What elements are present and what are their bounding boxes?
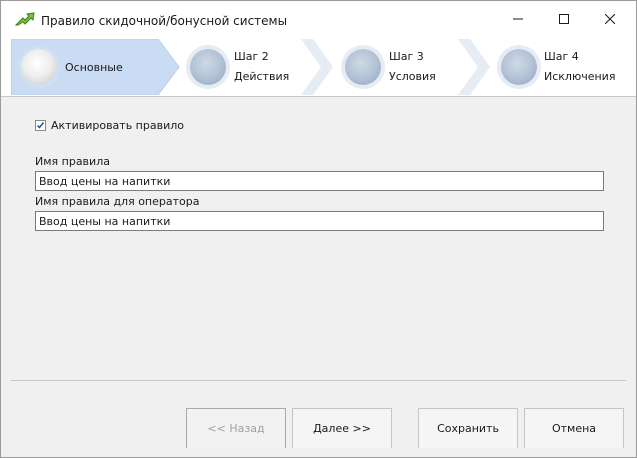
back-button[interactable]: << Назад xyxy=(186,408,286,449)
chevron-right-icon xyxy=(458,39,490,95)
cancel-button[interactable]: Отмена xyxy=(524,408,624,449)
step-number: Шаг 2 xyxy=(234,50,269,63)
minimize-button[interactable] xyxy=(495,1,541,37)
minimize-icon xyxy=(513,18,523,20)
title-bar[interactable]: Правило скидочной/бонусной системы xyxy=(1,1,636,37)
close-button[interactable] xyxy=(587,1,633,37)
wizard-steps: Основные Шаг 2 Действия Шаг 3 Условия Ша… xyxy=(1,37,636,97)
close-icon xyxy=(605,14,615,24)
step-label: Исключения xyxy=(544,70,616,83)
save-button[interactable]: Сохранить xyxy=(418,408,518,449)
chevron-right-icon xyxy=(301,39,333,95)
operator-rule-name-input[interactable] xyxy=(35,211,604,231)
rule-name-label: Имя правила xyxy=(35,155,110,168)
maximize-button[interactable] xyxy=(541,1,587,37)
step-number: Шаг 3 xyxy=(389,50,424,63)
step-indicator-icon xyxy=(21,49,57,85)
step-label: Условия xyxy=(389,70,436,83)
check-icon xyxy=(36,122,45,129)
step-indicator-icon xyxy=(501,49,537,85)
dialog-window: Правило скидочной/бонусной системы Основ… xyxy=(0,0,637,458)
maximize-icon xyxy=(559,14,569,24)
next-button[interactable]: Далее >> xyxy=(292,408,392,449)
activate-rule-label: Активировать правило xyxy=(51,119,184,132)
window-bottom-edge xyxy=(1,448,636,457)
step-label: Действия xyxy=(234,70,290,83)
activate-rule-checkbox[interactable] xyxy=(35,120,46,131)
step-indicator-icon xyxy=(190,49,226,85)
green-arrow-icon xyxy=(15,12,35,26)
window-title: Правило скидочной/бонусной системы xyxy=(41,14,288,28)
step-label: Основные xyxy=(65,61,123,74)
step-indicator-icon xyxy=(345,49,381,85)
activate-rule-checkbox-row[interactable]: Активировать правило xyxy=(35,119,184,132)
form-panel: Активировать правило Имя правила Имя пра… xyxy=(11,98,626,380)
operator-rule-name-label: Имя правила для оператора xyxy=(35,195,200,208)
button-bar: << Назад Далее >> Сохранить Отмена xyxy=(11,380,626,449)
step-number: Шаг 4 xyxy=(544,50,579,63)
rule-name-input[interactable] xyxy=(35,171,604,191)
